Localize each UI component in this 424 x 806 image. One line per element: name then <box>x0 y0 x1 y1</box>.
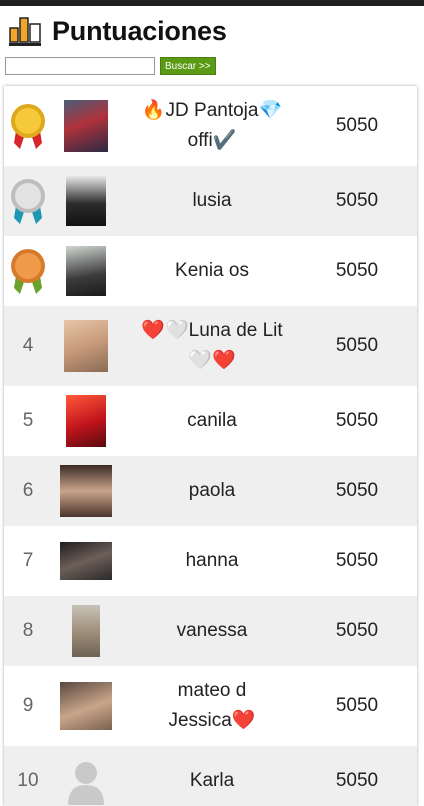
player-score: 5050 <box>335 550 379 571</box>
avatar <box>66 176 106 226</box>
player-name: canila <box>187 410 237 431</box>
rank-number: 5 <box>22 410 34 431</box>
player-score: 5050 <box>335 695 379 716</box>
avatar <box>66 246 106 296</box>
search-button[interactable]: Buscar >> <box>160 57 216 75</box>
page-header: Puntuaciones <box>8 13 227 49</box>
bar-chart-icon <box>9 17 41 46</box>
player-score: 5050 <box>335 115 379 136</box>
player-score: 5050 <box>335 260 379 281</box>
ranking-row[interactable]: lusia 5050 <box>4 166 417 236</box>
player-name: vanessa <box>176 620 248 641</box>
player-name: 🔥JD Pantoja💎 offi✔️ <box>141 100 283 151</box>
player-name: paola <box>188 480 236 501</box>
ranking-row[interactable]: 10 Karla 5050 <box>4 746 417 806</box>
player-name: Kenia os <box>175 260 249 281</box>
avatar <box>60 542 112 580</box>
ranking-row[interactable]: 🔥JD Pantoja💎 offi✔️ 5050 <box>4 86 417 166</box>
player-score: 5050 <box>335 620 379 641</box>
top-status-bar <box>0 0 424 6</box>
silver-medal-icon <box>11 179 45 224</box>
player-name: ❤️🤍Luna de Lit 🤍❤️ <box>141 320 283 371</box>
player-name: mateo d Jessica❤️ <box>168 680 256 731</box>
ranking-row[interactable]: 9 mateo d Jessica❤️ 5050 <box>4 666 417 746</box>
ranking-row[interactable]: Kenia os 5050 <box>4 236 417 306</box>
avatar <box>64 320 108 372</box>
ranking-row[interactable]: 4 ❤️🤍Luna de Lit 🤍❤️ 5050 <box>4 306 417 386</box>
rank-number: 10 <box>17 770 39 791</box>
avatar <box>60 682 112 730</box>
page-title: Puntuaciones <box>52 15 227 46</box>
player-name: hanna <box>185 550 239 571</box>
ranking-list: 🔥JD Pantoja💎 offi✔️ 5050 lusia 5050 Keni… <box>4 86 417 806</box>
bronze-medal-icon <box>11 249 45 294</box>
player-score: 5050 <box>335 410 379 431</box>
rank-number: 4 <box>22 335 34 356</box>
rank-number: 8 <box>22 620 34 641</box>
search-bar: Buscar >> <box>5 57 216 75</box>
player-score: 5050 <box>335 480 379 501</box>
rank-number: 7 <box>22 550 34 571</box>
ranking-row[interactable]: 5 canila 5050 <box>4 386 417 456</box>
avatar <box>66 395 106 447</box>
default-user-icon <box>68 762 104 805</box>
player-name: Karla <box>189 770 235 791</box>
player-score: 5050 <box>335 335 379 356</box>
avatar <box>64 100 108 152</box>
ranking-row[interactable]: 8 vanessa 5050 <box>4 596 417 666</box>
avatar <box>60 465 112 517</box>
rank-number: 6 <box>22 480 34 501</box>
rank-number: 9 <box>22 695 34 716</box>
player-score: 5050 <box>335 770 379 791</box>
ranking-row[interactable]: 7 hanna 5050 <box>4 526 417 596</box>
avatar <box>72 605 100 657</box>
ranking-row[interactable]: 6 paola 5050 <box>4 456 417 526</box>
search-input[interactable] <box>5 57 155 75</box>
player-score: 5050 <box>335 190 379 211</box>
player-name: lusia <box>192 190 232 211</box>
gold-medal-icon <box>11 104 45 149</box>
